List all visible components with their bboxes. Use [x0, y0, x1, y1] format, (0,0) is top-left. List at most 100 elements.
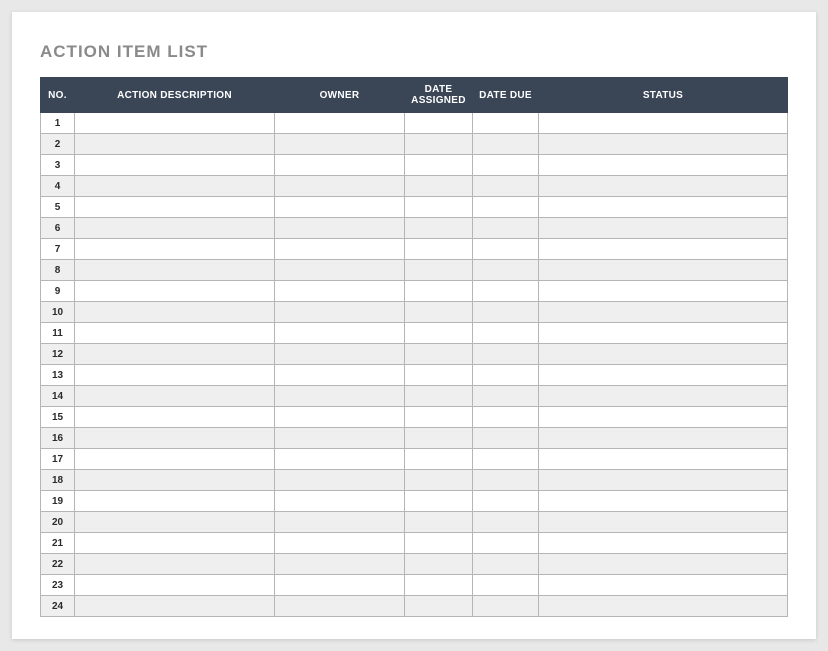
- cell-description[interactable]: [75, 554, 275, 575]
- cell-date-due[interactable]: [473, 365, 539, 386]
- cell-date-due[interactable]: [473, 218, 539, 239]
- cell-date-due[interactable]: [473, 491, 539, 512]
- cell-status[interactable]: [539, 281, 788, 302]
- cell-no[interactable]: 18: [41, 470, 75, 491]
- cell-owner[interactable]: [275, 470, 405, 491]
- cell-date-due[interactable]: [473, 596, 539, 617]
- cell-owner[interactable]: [275, 218, 405, 239]
- cell-date-assigned[interactable]: [405, 197, 473, 218]
- cell-no[interactable]: 19: [41, 491, 75, 512]
- cell-date-assigned[interactable]: [405, 155, 473, 176]
- cell-owner[interactable]: [275, 428, 405, 449]
- cell-owner[interactable]: [275, 155, 405, 176]
- cell-description[interactable]: [75, 596, 275, 617]
- cell-description[interactable]: [75, 386, 275, 407]
- cell-description[interactable]: [75, 512, 275, 533]
- cell-owner[interactable]: [275, 323, 405, 344]
- cell-date-due[interactable]: [473, 344, 539, 365]
- cell-no[interactable]: 15: [41, 407, 75, 428]
- cell-owner[interactable]: [275, 344, 405, 365]
- cell-date-due[interactable]: [473, 323, 539, 344]
- cell-status[interactable]: [539, 365, 788, 386]
- cell-description[interactable]: [75, 449, 275, 470]
- cell-date-due[interactable]: [473, 281, 539, 302]
- cell-no[interactable]: 12: [41, 344, 75, 365]
- cell-owner[interactable]: [275, 197, 405, 218]
- cell-status[interactable]: [539, 428, 788, 449]
- cell-status[interactable]: [539, 323, 788, 344]
- cell-owner[interactable]: [275, 512, 405, 533]
- cell-status[interactable]: [539, 512, 788, 533]
- cell-description[interactable]: [75, 176, 275, 197]
- cell-no[interactable]: 2: [41, 134, 75, 155]
- cell-no[interactable]: 3: [41, 155, 75, 176]
- cell-date-assigned[interactable]: [405, 365, 473, 386]
- cell-date-assigned[interactable]: [405, 176, 473, 197]
- cell-status[interactable]: [539, 491, 788, 512]
- cell-status[interactable]: [539, 302, 788, 323]
- cell-owner[interactable]: [275, 134, 405, 155]
- cell-description[interactable]: [75, 323, 275, 344]
- cell-status[interactable]: [539, 596, 788, 617]
- cell-date-assigned[interactable]: [405, 323, 473, 344]
- cell-description[interactable]: [75, 197, 275, 218]
- cell-date-due[interactable]: [473, 470, 539, 491]
- cell-owner[interactable]: [275, 365, 405, 386]
- cell-description[interactable]: [75, 113, 275, 134]
- cell-date-assigned[interactable]: [405, 533, 473, 554]
- cell-date-assigned[interactable]: [405, 470, 473, 491]
- cell-no[interactable]: 7: [41, 239, 75, 260]
- cell-status[interactable]: [539, 176, 788, 197]
- cell-status[interactable]: [539, 155, 788, 176]
- cell-status[interactable]: [539, 554, 788, 575]
- cell-date-assigned[interactable]: [405, 113, 473, 134]
- cell-status[interactable]: [539, 386, 788, 407]
- cell-description[interactable]: [75, 428, 275, 449]
- cell-date-due[interactable]: [473, 407, 539, 428]
- cell-date-due[interactable]: [473, 428, 539, 449]
- cell-description[interactable]: [75, 155, 275, 176]
- cell-date-assigned[interactable]: [405, 491, 473, 512]
- cell-no[interactable]: 1: [41, 113, 75, 134]
- cell-no[interactable]: 11: [41, 323, 75, 344]
- cell-status[interactable]: [539, 344, 788, 365]
- cell-date-due[interactable]: [473, 134, 539, 155]
- cell-status[interactable]: [539, 239, 788, 260]
- cell-status[interactable]: [539, 407, 788, 428]
- cell-date-due[interactable]: [473, 386, 539, 407]
- cell-date-assigned[interactable]: [405, 386, 473, 407]
- cell-date-assigned[interactable]: [405, 554, 473, 575]
- cell-date-due[interactable]: [473, 512, 539, 533]
- cell-date-assigned[interactable]: [405, 239, 473, 260]
- cell-date-due[interactable]: [473, 449, 539, 470]
- cell-date-assigned[interactable]: [405, 218, 473, 239]
- cell-no[interactable]: 20: [41, 512, 75, 533]
- cell-date-due[interactable]: [473, 302, 539, 323]
- cell-owner[interactable]: [275, 239, 405, 260]
- cell-date-due[interactable]: [473, 155, 539, 176]
- cell-status[interactable]: [539, 533, 788, 554]
- cell-description[interactable]: [75, 365, 275, 386]
- cell-no[interactable]: 21: [41, 533, 75, 554]
- cell-date-due[interactable]: [473, 197, 539, 218]
- cell-date-due[interactable]: [473, 239, 539, 260]
- cell-description[interactable]: [75, 134, 275, 155]
- cell-owner[interactable]: [275, 281, 405, 302]
- cell-status[interactable]: [539, 449, 788, 470]
- cell-description[interactable]: [75, 239, 275, 260]
- cell-owner[interactable]: [275, 113, 405, 134]
- cell-description[interactable]: [75, 533, 275, 554]
- cell-no[interactable]: 14: [41, 386, 75, 407]
- cell-date-assigned[interactable]: [405, 281, 473, 302]
- cell-no[interactable]: 17: [41, 449, 75, 470]
- cell-owner[interactable]: [275, 176, 405, 197]
- cell-no[interactable]: 23: [41, 575, 75, 596]
- cell-no[interactable]: 5: [41, 197, 75, 218]
- cell-date-assigned[interactable]: [405, 449, 473, 470]
- cell-no[interactable]: 10: [41, 302, 75, 323]
- cell-no[interactable]: 9: [41, 281, 75, 302]
- cell-owner[interactable]: [275, 386, 405, 407]
- cell-no[interactable]: 4: [41, 176, 75, 197]
- cell-description[interactable]: [75, 575, 275, 596]
- cell-date-assigned[interactable]: [405, 512, 473, 533]
